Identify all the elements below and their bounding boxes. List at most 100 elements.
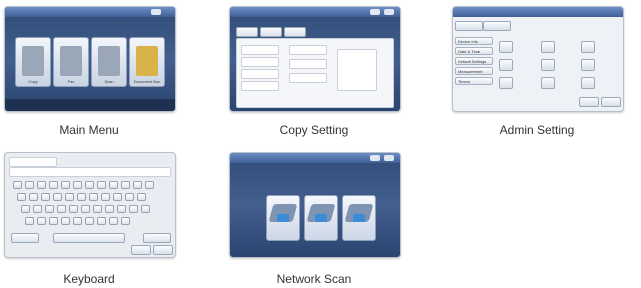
setting-field[interactable] — [289, 59, 327, 69]
keyboard-key[interactable] — [89, 193, 98, 201]
tile-scan-to-server[interactable] — [342, 195, 376, 241]
keyboard-key[interactable] — [73, 181, 82, 189]
caption-network-scan: Network Scan — [276, 272, 352, 286]
keyboard-key[interactable] — [105, 205, 114, 213]
keyboard-key[interactable] — [61, 217, 70, 225]
keyboard-key[interactable] — [125, 193, 134, 201]
copier-icon — [22, 46, 44, 76]
keyboard-key[interactable] — [61, 181, 70, 189]
keyboard-key[interactable] — [21, 205, 30, 213]
keyboard-key[interactable] — [121, 217, 130, 225]
tile-label: Scan — [104, 79, 114, 84]
tab-basic[interactable] — [236, 27, 258, 37]
button-icon[interactable] — [370, 9, 380, 15]
keyboard-key[interactable] — [129, 205, 138, 213]
keyboard-key[interactable] — [113, 193, 122, 201]
keyboard-key[interactable] — [85, 181, 94, 189]
setting-field[interactable] — [241, 81, 279, 91]
tab-advanced[interactable] — [260, 27, 282, 37]
cancel-button[interactable] — [153, 245, 173, 255]
option-checkbox[interactable] — [581, 41, 595, 53]
keyboard-key[interactable] — [97, 181, 106, 189]
tile-scan-to-pc[interactable] — [304, 195, 338, 241]
option-checkbox[interactable] — [581, 77, 595, 89]
tab-common[interactable] — [483, 21, 511, 31]
keyboard-key[interactable] — [29, 193, 38, 201]
keyboard-key[interactable] — [145, 181, 154, 189]
option-checkbox[interactable] — [541, 59, 555, 71]
side-item[interactable]: Default Settings — [455, 57, 493, 65]
keyboard-key[interactable] — [57, 205, 66, 213]
symbols-button[interactable] — [11, 233, 39, 243]
keyboard-key[interactable] — [33, 205, 42, 213]
keyboard-key[interactable] — [45, 205, 54, 213]
close-button[interactable] — [601, 97, 621, 107]
button-icon[interactable] — [370, 155, 380, 161]
keyboard-key[interactable] — [37, 181, 46, 189]
home-icon[interactable] — [151, 9, 161, 15]
side-item[interactable]: Device Info — [455, 37, 493, 45]
space-button[interactable] — [53, 233, 125, 243]
keyboard-key[interactable] — [93, 205, 102, 213]
tile-network-scan[interactable] — [266, 195, 300, 241]
caption-admin-setting: Admin Setting — [499, 123, 575, 137]
admin-setting-thumbnail: Device Info Date & Time Default Settings… — [452, 6, 624, 112]
tile-label: Document Box — [133, 79, 161, 84]
setting-field[interactable] — [289, 73, 327, 83]
tile-copy[interactable]: Copy — [15, 37, 51, 87]
keyboard-key[interactable] — [49, 217, 58, 225]
option-checkbox[interactable] — [499, 59, 513, 71]
button-icon[interactable] — [384, 9, 394, 15]
setting-field[interactable] — [289, 45, 327, 55]
keyboard-key[interactable] — [69, 205, 78, 213]
text-input[interactable] — [9, 157, 57, 167]
admin-title-bar — [453, 7, 623, 17]
setting-field[interactable] — [241, 45, 279, 55]
side-item[interactable]: Date & Time — [455, 47, 493, 55]
keyboard-key[interactable] — [141, 205, 150, 213]
keyboard-key[interactable] — [109, 181, 118, 189]
keyboard-key[interactable] — [121, 181, 130, 189]
back-button[interactable] — [579, 97, 599, 107]
tile-document-box[interactable]: Document Box — [129, 37, 165, 87]
tile-fax[interactable]: Fax — [53, 37, 89, 87]
enter-button[interactable] — [143, 233, 171, 243]
button-icon[interactable] — [384, 155, 394, 161]
keyboard-key[interactable] — [97, 217, 106, 225]
keyboard-key[interactable] — [109, 217, 118, 225]
ok-button[interactable] — [131, 245, 151, 255]
setting-field[interactable] — [241, 57, 279, 67]
scanner-icon — [98, 46, 120, 76]
keyboard-key[interactable] — [49, 181, 58, 189]
keyboard-key[interactable] — [85, 217, 94, 225]
option-checkbox[interactable] — [541, 41, 555, 53]
tab-general-settings[interactable] — [455, 21, 483, 31]
option-checkbox[interactable] — [499, 77, 513, 89]
keyboard-key[interactable] — [133, 181, 142, 189]
box-icon — [136, 46, 158, 76]
tile-label: Fax — [67, 79, 75, 84]
keyboard-key[interactable] — [117, 205, 126, 213]
option-checkbox[interactable] — [541, 77, 555, 89]
keyboard-key[interactable] — [25, 217, 34, 225]
keyboard-key[interactable] — [53, 193, 62, 201]
keyboard-key[interactable] — [137, 193, 146, 201]
keyboard-key[interactable] — [77, 193, 86, 201]
keyboard-key[interactable] — [13, 181, 22, 189]
text-input[interactable] — [9, 167, 171, 177]
keyboard-key[interactable] — [65, 193, 74, 201]
keyboard-key[interactable] — [25, 181, 34, 189]
keyboard-key[interactable] — [73, 217, 82, 225]
side-item[interactable]: Timers — [455, 77, 493, 85]
keyboard-key[interactable] — [37, 217, 46, 225]
option-checkbox[interactable] — [581, 59, 595, 71]
keyboard-key[interactable] — [101, 193, 110, 201]
setting-field[interactable] — [241, 69, 279, 79]
option-checkbox[interactable] — [499, 41, 513, 53]
keyboard-key[interactable] — [41, 193, 50, 201]
keyboard-key[interactable] — [17, 193, 26, 201]
tab-image[interactable] — [284, 27, 306, 37]
keyboard-key[interactable] — [81, 205, 90, 213]
side-item[interactable]: Measurement — [455, 67, 493, 75]
tile-scan[interactable]: Scan — [91, 37, 127, 87]
